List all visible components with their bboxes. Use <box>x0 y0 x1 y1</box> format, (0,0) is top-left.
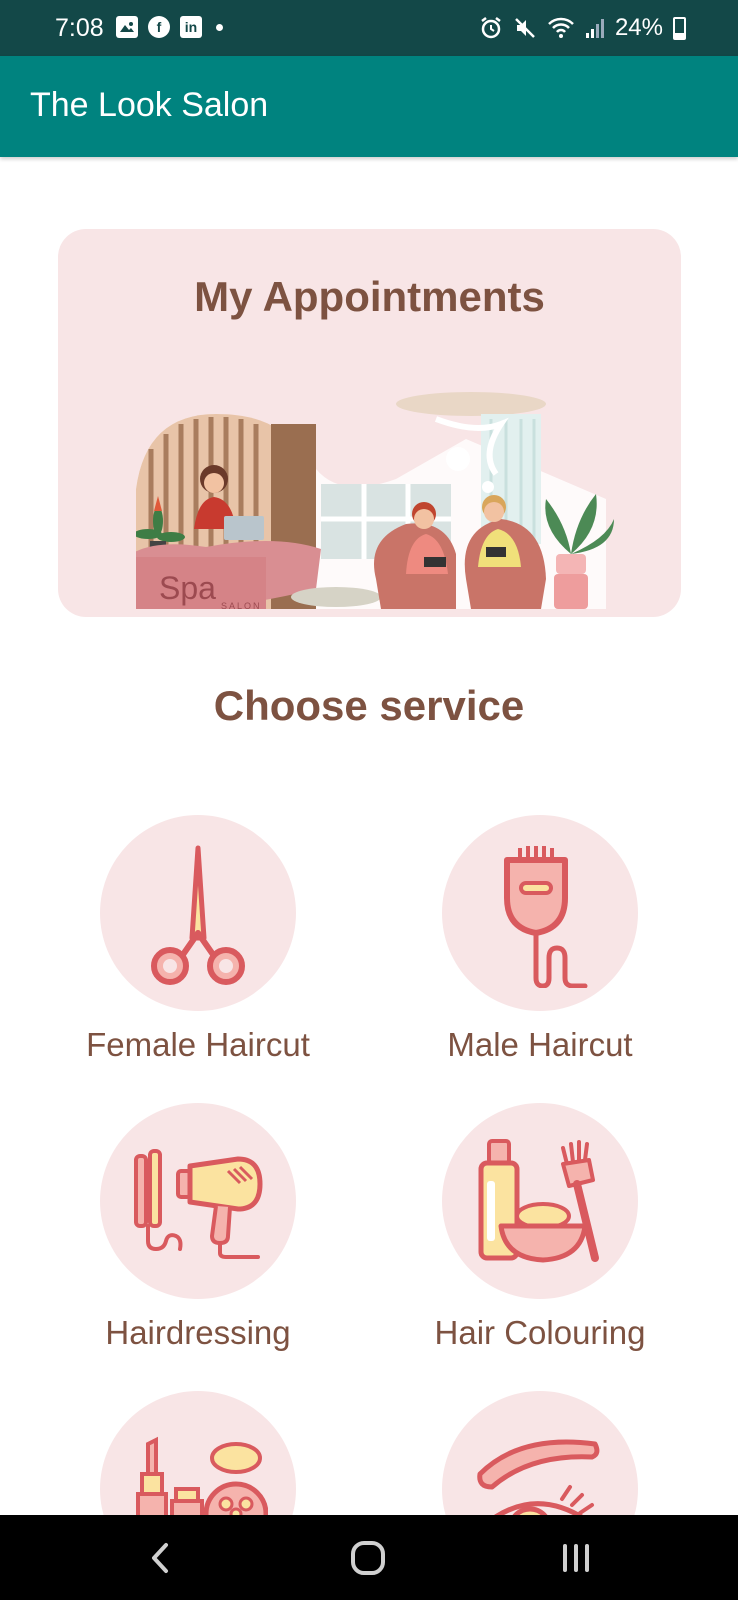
service-label: Male Haircut <box>447 1026 633 1063</box>
gallery-icon <box>116 16 138 38</box>
salon-illustration: Spa SALON <box>136 392 614 609</box>
service-icon-circle <box>100 1103 296 1299</box>
facebook-icon: f <box>148 16 170 38</box>
service-icon-circle <box>100 815 296 1011</box>
recents-icon <box>563 1544 589 1572</box>
home-icon <box>351 1541 385 1575</box>
battery-percent: 24% <box>614 14 663 41</box>
status-bar: 7:08 f in 24% <box>0 0 738 56</box>
choose-service-heading: Choose service <box>213 682 525 729</box>
mute-icon <box>515 18 535 38</box>
service-icon-circle <box>442 815 638 1011</box>
linkedin-icon: in <box>180 16 202 38</box>
my-appointments-title: My Appointments <box>194 273 545 320</box>
alarm-icon <box>481 17 501 39</box>
notification-icons: f in <box>116 16 223 38</box>
service-label: Female Haircut <box>86 1026 310 1063</box>
hairdryer-icon <box>134 1149 263 1259</box>
back-button[interactable] <box>130 1535 190 1581</box>
scissors-icon <box>151 845 245 985</box>
illustration-spa-text: Spa <box>159 570 216 606</box>
service-label: Hair Colouring <box>434 1314 646 1351</box>
system-status: 24% <box>479 14 686 42</box>
status-time: 7:08 <box>55 14 104 42</box>
home-button[interactable] <box>338 1535 398 1581</box>
app-bar: The Look Salon <box>0 56 738 157</box>
illustration-salon-text: SALON <box>221 601 262 609</box>
battery-icon <box>673 16 686 40</box>
app-title: The Look Salon <box>30 86 269 124</box>
service-label: Hairdressing <box>105 1314 291 1351</box>
wifi-icon <box>548 17 574 38</box>
back-icon <box>152 1543 168 1573</box>
service-icon-circle <box>442 1103 638 1299</box>
recents-button[interactable] <box>546 1535 606 1581</box>
hair-dye-icon <box>478 1139 599 1263</box>
my-appointments-card[interactable]: My Appointments Spa SALON <box>58 229 681 617</box>
more-notifications-dot <box>216 23 223 31</box>
trimmer-icon <box>504 846 588 988</box>
signal-icon <box>585 19 604 38</box>
navigation-bar <box>0 1515 738 1600</box>
